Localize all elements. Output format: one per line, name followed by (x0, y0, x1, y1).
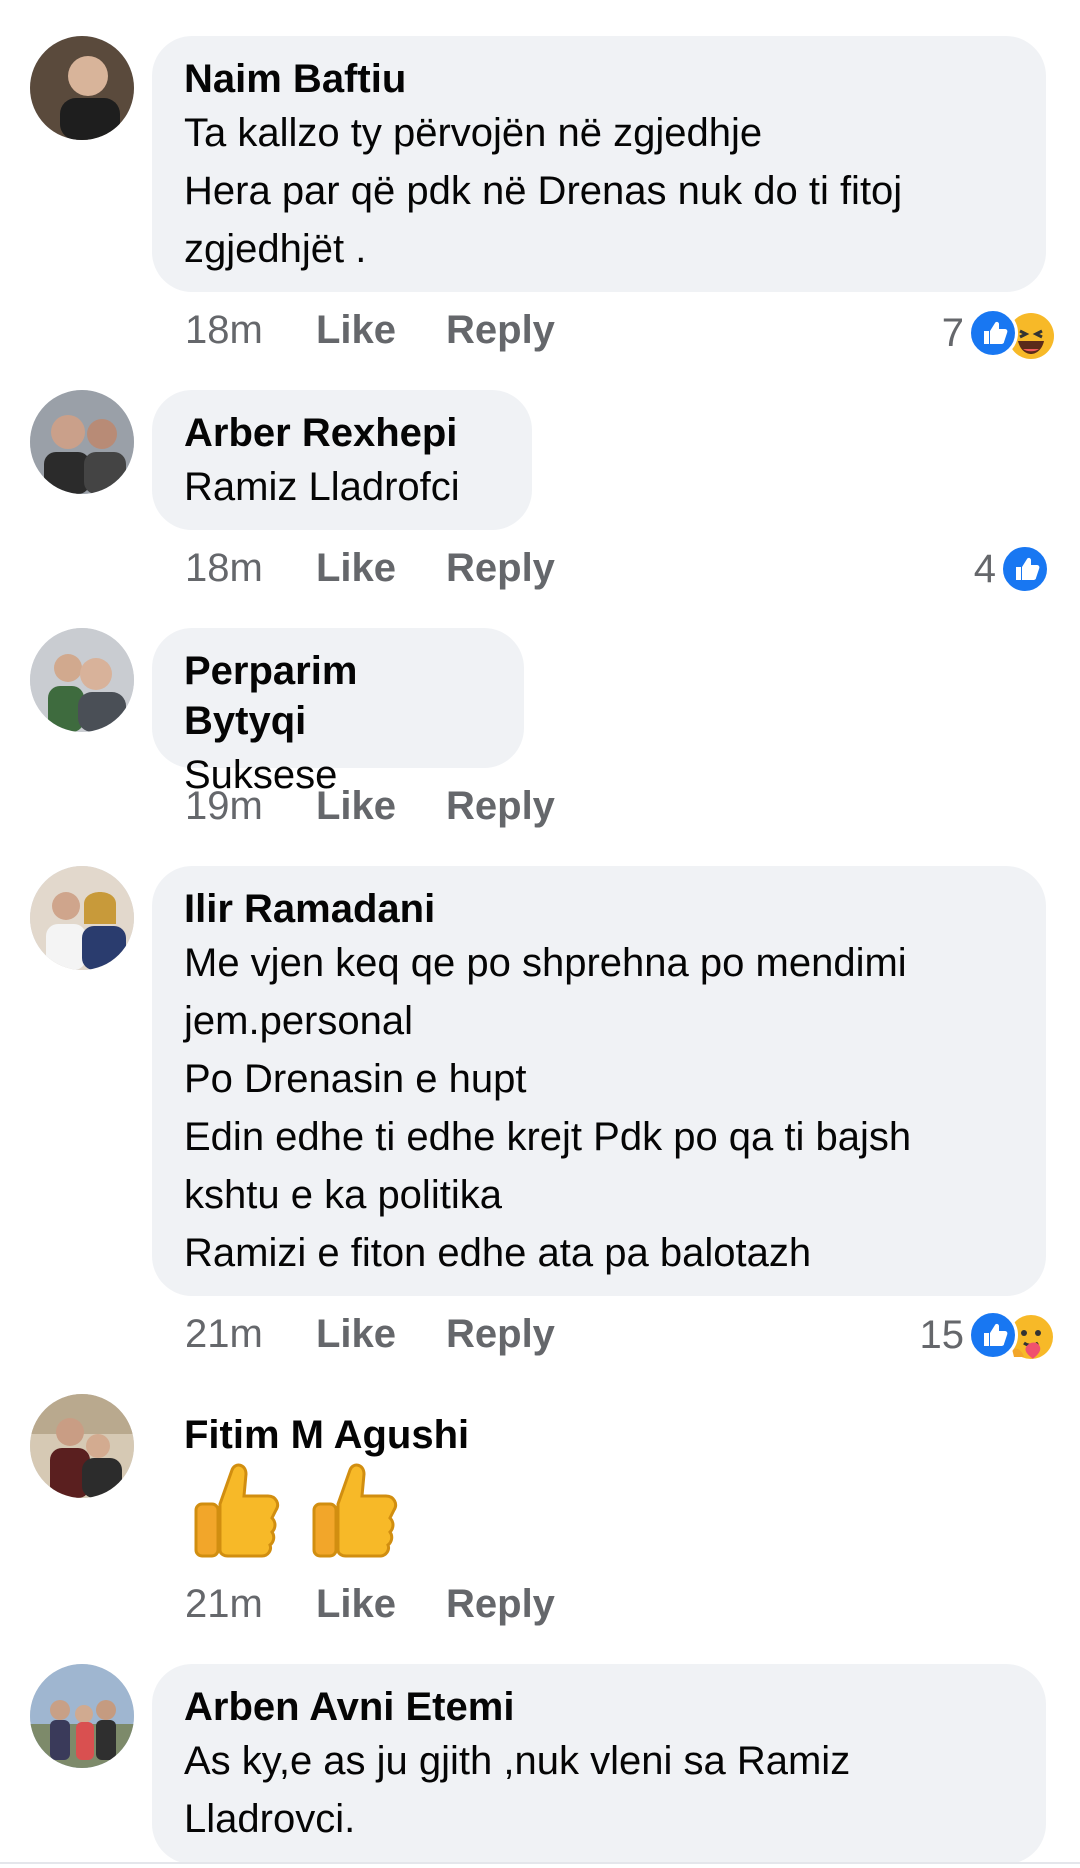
thumbs-up-emoji (194, 1463, 280, 1558)
like-button[interactable]: Like (316, 308, 446, 353)
comment-time[interactable]: 18m (185, 546, 300, 591)
comment-author[interactable]: Arber Rexhepi (184, 408, 498, 458)
comment-bubble: Arber Rexhepi Ramiz Lladrofci (152, 390, 532, 530)
reaction-summary[interactable]: 15 (919, 1310, 1053, 1360)
comment-text: Ramiz Lladrofci (184, 465, 460, 509)
avatar[interactable] (30, 628, 134, 732)
comment-author[interactable]: Ilir Ramadani (184, 884, 1012, 934)
comment-time[interactable]: 18m (185, 308, 300, 353)
reply-button[interactable]: Reply (446, 784, 555, 829)
avatar[interactable] (30, 1394, 134, 1498)
reaction-summary[interactable]: 7 (941, 308, 1054, 359)
comment-bubble: Ilir Ramadani Me vjen keq qe po shprehna… (152, 866, 1046, 1296)
thumbs-up-emoji (312, 1463, 398, 1558)
comment-actions: 21m Like Reply (185, 1582, 555, 1627)
like-icon (968, 308, 1018, 358)
reaction-count: 15 (919, 1312, 965, 1357)
reaction-summary[interactable]: 4 (974, 544, 1050, 594)
like-icon (1000, 544, 1050, 594)
comment-time[interactable]: 21m (185, 1312, 300, 1357)
avatar[interactable] (30, 1664, 134, 1768)
reply-button[interactable]: Reply (446, 308, 555, 353)
comment-actions: 18m Like Reply (185, 308, 555, 353)
comment-actions: 18m Like Reply (185, 546, 555, 591)
comment-author[interactable]: Arben Avni Etemi (184, 1682, 1012, 1732)
comment-time[interactable]: 19m (185, 784, 300, 829)
comment-author[interactable]: Fitim M Agushi (184, 1410, 469, 1460)
comment-bubble: Naim Baftiu Ta kallzo ty përvojën në zgj… (152, 36, 1046, 292)
emoji-row (190, 1460, 398, 1560)
like-button[interactable]: Like (316, 784, 446, 829)
avatar[interactable] (30, 390, 134, 494)
like-button[interactable]: Like (316, 1582, 446, 1627)
like-button[interactable]: Like (316, 1312, 446, 1357)
reply-button[interactable]: Reply (446, 1582, 555, 1627)
comment-author[interactable]: Perparim Bytyqi (184, 646, 490, 746)
comment-bubble: Perparim Bytyqi Suksese (152, 628, 524, 797)
divider (0, 1862, 1080, 1864)
avatar[interactable] (30, 866, 134, 970)
comment-text: Me vjen keq qe po shprehna po mendimi je… (184, 941, 912, 1275)
avatar[interactable] (30, 36, 134, 140)
comment-bubble: Arben Avni Etemi As ky,e as ju gjith ,nu… (152, 1664, 1046, 1864)
comment-actions: 19m Like Reply (185, 784, 555, 829)
like-icon (968, 1310, 1018, 1360)
reaction-count: 4 (973, 546, 996, 591)
comment-text: Ta kallzo ty përvojën në zgjedhje Hera p… (184, 111, 903, 271)
comment-time[interactable]: 21m (185, 1582, 300, 1627)
reaction-count: 7 (941, 310, 964, 355)
comment-actions: 21m Like Reply (185, 1312, 555, 1357)
like-button[interactable]: Like (316, 546, 446, 591)
comment-text: As ky,e as ju gjith ,nuk vleni sa Ramiz … (184, 1739, 851, 1841)
comment-author[interactable]: Naim Baftiu (184, 54, 1012, 104)
reply-button[interactable]: Reply (446, 1312, 555, 1357)
reply-button[interactable]: Reply (446, 546, 555, 591)
